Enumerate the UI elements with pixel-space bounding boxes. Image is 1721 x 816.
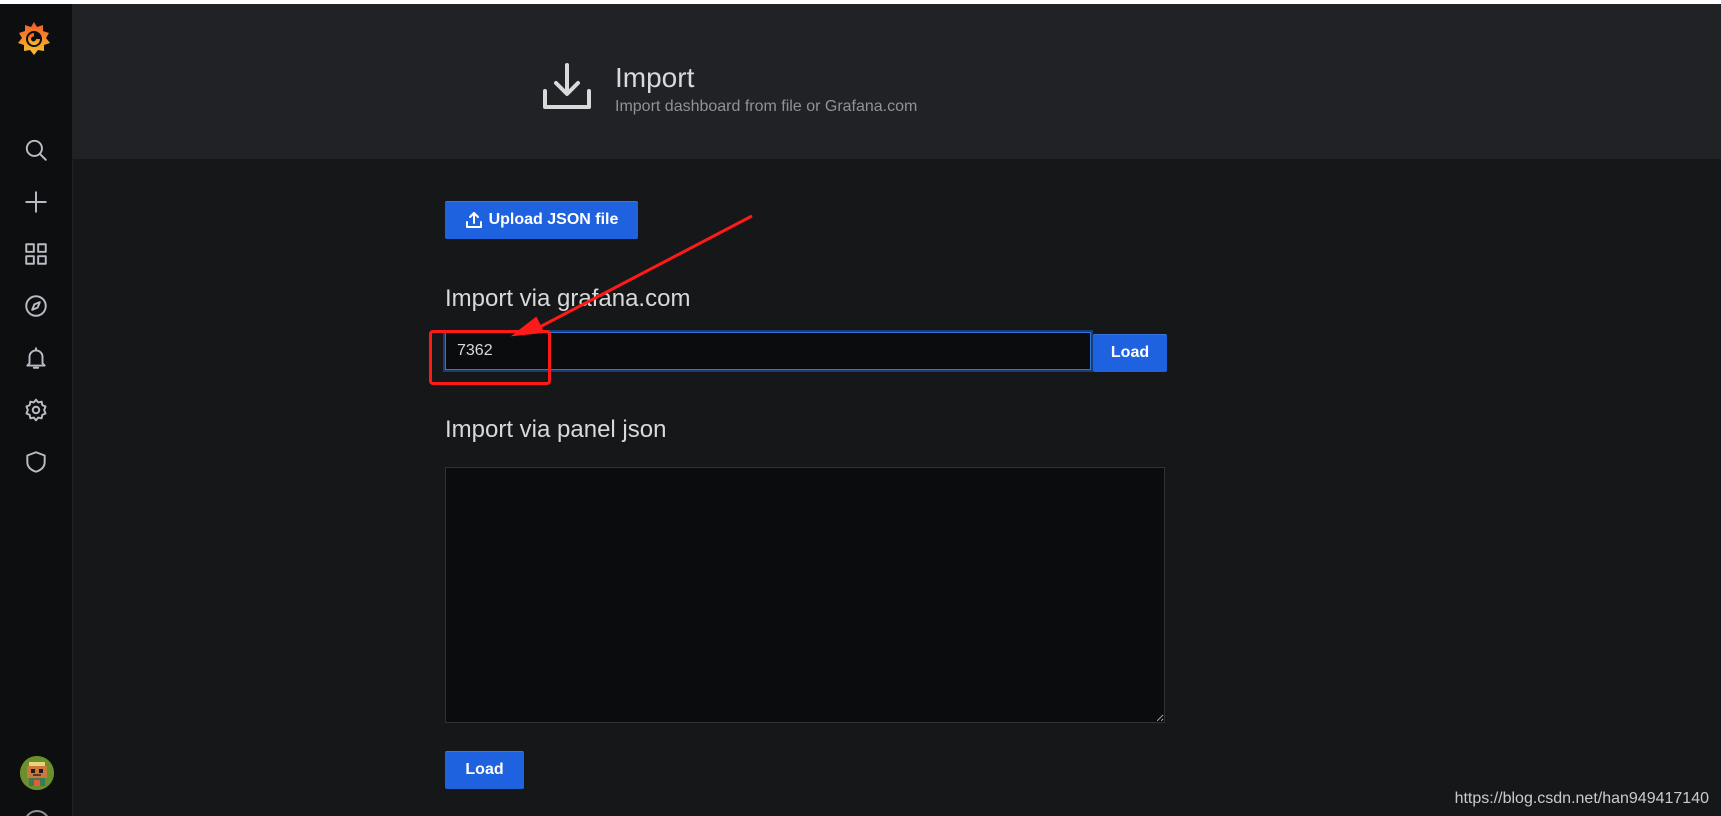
grafana-dashboard-id-input[interactable] — [445, 332, 1091, 370]
sidebar — [0, 4, 73, 816]
page-subtitle: Import dashboard from file or Grafana.co… — [615, 98, 918, 115]
page-header: Import Import dashboard from file or Gra… — [73, 4, 1721, 159]
gear-icon[interactable] — [22, 396, 50, 424]
page-title: Import — [615, 62, 695, 93]
upload-icon — [465, 211, 483, 229]
load-grafana-com-label: Load — [1110, 344, 1150, 361]
load-panel-json-label: Load — [465, 761, 504, 778]
grafana-app: Import Import dashboard from file or Gra… — [0, 4, 1721, 816]
help-icon[interactable] — [24, 810, 50, 816]
import-grafana-com-heading: Import via grafana.com — [445, 285, 691, 312]
apps-icon[interactable] — [22, 240, 50, 268]
grafana-logo-icon[interactable] — [15, 19, 53, 57]
shield-icon[interactable] — [22, 448, 50, 476]
watermark: https://blog.csdn.net/han949417140 — [1454, 790, 1709, 807]
load-grafana-com-button[interactable]: Load — [1093, 334, 1167, 372]
upload-json-label: Upload JSON file — [488, 211, 619, 228]
load-panel-json-button[interactable]: Load — [445, 751, 524, 789]
compass-icon[interactable] — [22, 292, 50, 320]
panel-json-textarea[interactable] — [445, 467, 1165, 723]
upload-json-button[interactable]: Upload JSON file — [445, 201, 638, 239]
search-icon[interactable] — [22, 136, 50, 164]
plus-icon[interactable] — [22, 188, 50, 216]
download-icon — [539, 59, 595, 115]
avatar[interactable] — [20, 756, 54, 790]
import-panel-json-heading: Import via panel json — [445, 416, 667, 443]
bell-icon[interactable] — [22, 344, 50, 372]
